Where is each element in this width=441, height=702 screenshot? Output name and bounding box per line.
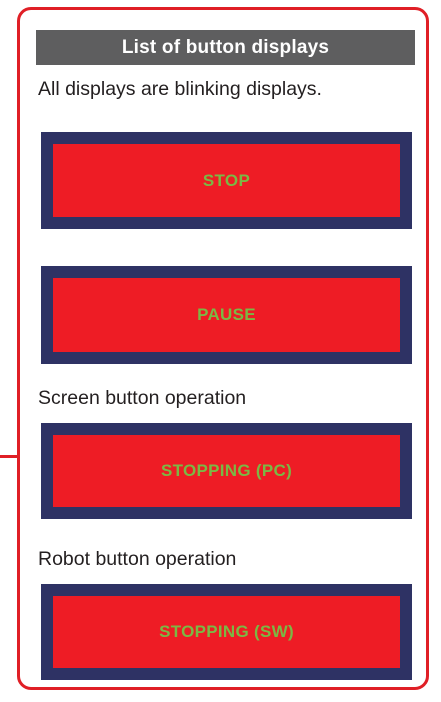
pause-display: PAUSE <box>41 266 412 364</box>
blinking-note: All displays are blinking displays. <box>38 78 322 100</box>
screen-button-caption: Screen button operation <box>38 387 247 409</box>
panel-title: List of button displays <box>36 30 415 65</box>
robot-button-caption: Robot button operation <box>38 548 237 570</box>
stopping-pc-display: STOPPING (PC) <box>41 423 412 519</box>
stop-display: STOP <box>41 132 412 229</box>
stopping-sw-display: STOPPING (SW) <box>41 584 412 680</box>
